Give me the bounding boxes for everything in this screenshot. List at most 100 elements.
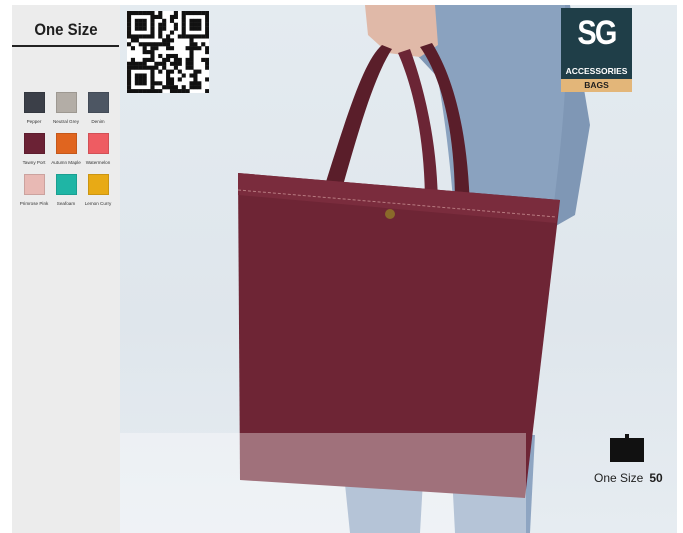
qr-module (127, 42, 132, 47)
swatch-denim[interactable] (87, 92, 109, 113)
swatch-option[interactable]: Autumn Maple (50, 133, 82, 169)
swatch-option[interactable]: Pepper (18, 92, 50, 128)
qr-module (189, 53, 194, 59)
swatch-label: Neutral Grey (52, 119, 80, 124)
qr-module (166, 81, 171, 86)
qr-module (146, 89, 151, 94)
qr-module (189, 81, 194, 86)
swatch-label: Tawny Port (22, 160, 46, 165)
qr-module (205, 14, 210, 20)
qr-module (177, 61, 182, 66)
swatch-option[interactable]: Neutral Grey (50, 92, 82, 128)
qr-module (173, 53, 178, 59)
qr-module (193, 85, 198, 90)
swatch-seafoam[interactable] (55, 174, 77, 195)
qr-module (146, 11, 151, 16)
qr-module (138, 65, 143, 70)
qr-code-icon[interactable] (127, 11, 210, 94)
swatch-primrose-pink[interactable] (23, 174, 45, 195)
qr-module (138, 11, 143, 16)
qr-module (189, 11, 194, 16)
qr-module (142, 18, 147, 23)
qr-module (150, 57, 155, 62)
qr-module (162, 61, 167, 66)
qr-module (127, 61, 132, 66)
qr-module (142, 11, 147, 16)
qr-module (181, 73, 186, 78)
qr-module (177, 77, 182, 82)
qr-module (142, 61, 147, 66)
qr-module (142, 42, 147, 47)
qr-module (185, 46, 190, 51)
qr-module (150, 81, 155, 86)
swatch-lemon-curry[interactable] (87, 174, 109, 195)
swatch-option[interactable]: Primrose Pink (18, 174, 50, 210)
qr-module (130, 38, 136, 43)
qr-module (193, 11, 198, 16)
qr-module (158, 42, 163, 47)
qr-module (189, 18, 194, 23)
qr-module (205, 26, 210, 31)
qr-module (150, 89, 155, 94)
brand-category: ACCESSORIES (565, 66, 628, 76)
qr-module (185, 89, 190, 94)
qr-module (169, 85, 175, 90)
qr-module (142, 50, 147, 55)
qr-module (150, 42, 155, 47)
swatch-option[interactable]: Watermelon (82, 133, 114, 169)
qr-module (189, 38, 194, 43)
swatch-option[interactable]: Seafoam (50, 174, 82, 210)
qr-module (138, 18, 143, 23)
qr-module (197, 85, 202, 90)
swatch-label: Autumn Maple (51, 160, 81, 165)
qr-module (127, 30, 132, 35)
swatch-autumn-maple[interactable] (55, 133, 77, 154)
qr-module (154, 61, 159, 66)
qr-module (127, 26, 132, 31)
swatch-watermelon[interactable] (87, 133, 109, 154)
swatch-option[interactable]: Tawny Port (18, 133, 50, 169)
swatch-pepper[interactable] (23, 92, 45, 113)
qr-module (173, 22, 178, 27)
qr-module (154, 14, 159, 20)
qr-module (158, 61, 163, 66)
swatch-option[interactable]: Denim (82, 92, 114, 128)
brand-logo: SG (577, 14, 617, 52)
qr-module (169, 53, 175, 59)
qr-module (205, 46, 210, 51)
qr-module (146, 57, 151, 62)
qr-module (127, 69, 132, 74)
qr-module (181, 85, 186, 90)
qr-module (142, 34, 147, 39)
qr-module (201, 57, 206, 62)
qr-module (142, 22, 147, 27)
qr-module (193, 81, 198, 86)
qr-module (205, 30, 210, 35)
qr-module (130, 46, 136, 51)
qr-module (189, 34, 194, 39)
qr-module (193, 18, 198, 23)
swatch-neutral-grey[interactable] (55, 92, 77, 113)
qr-module (189, 85, 194, 90)
qr-module (134, 61, 139, 66)
qr-code-icon (127, 11, 210, 94)
qr-module (181, 18, 186, 23)
qr-module (127, 14, 132, 20)
qr-module (158, 89, 163, 94)
qr-module (150, 30, 155, 35)
swatch-tawny-port[interactable] (23, 133, 45, 154)
qr-module (134, 11, 139, 16)
qr-module (158, 69, 163, 74)
qr-module (142, 65, 147, 70)
qr-module (197, 69, 202, 74)
qr-module (127, 77, 132, 82)
qr-module (205, 65, 210, 70)
qr-module (134, 22, 139, 27)
swatch-option[interactable]: Lemon Curry (82, 174, 114, 210)
qr-module (146, 50, 151, 55)
qr-module (177, 34, 182, 39)
qr-module (127, 11, 132, 16)
qr-module (158, 26, 163, 31)
qr-module (166, 46, 171, 51)
qr-module (169, 69, 175, 74)
